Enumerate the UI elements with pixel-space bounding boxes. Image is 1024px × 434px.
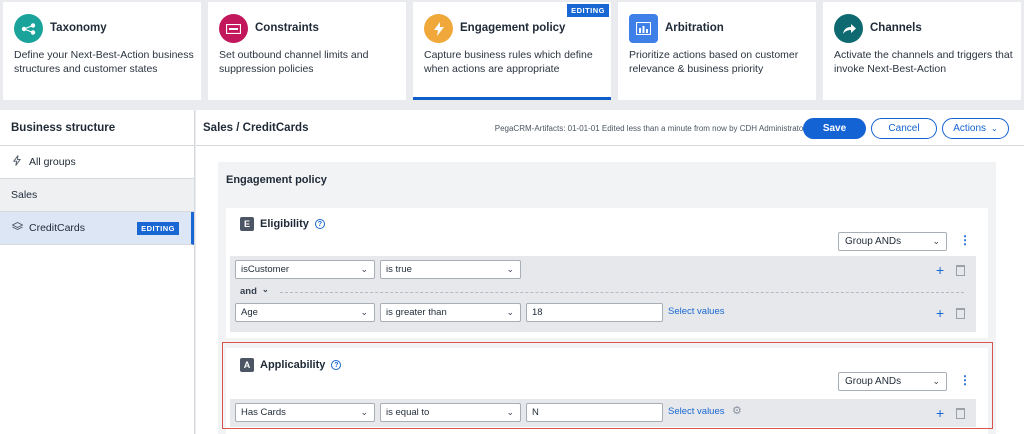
editing-tag: EDITING <box>567 4 609 17</box>
tree-item-creditcards[interactable]: CreditCards EDITING <box>0 212 194 245</box>
card-title: Constraints <box>255 22 319 34</box>
section-letter: E <box>240 217 254 231</box>
and-joiner[interactable]: and ⌄ <box>230 285 968 299</box>
share-arrow-icon <box>834 14 863 43</box>
add-condition-icon[interactable]: + <box>936 306 944 320</box>
card-description: Prioritize actions based on customer rel… <box>629 49 799 75</box>
card-arbitration[interactable]: Arbitration Prioritize actions based on … <box>618 2 816 100</box>
section-title: Eligibility <box>260 218 309 230</box>
layers-icon <box>10 221 24 234</box>
chevron-down-icon: ⌄ <box>991 124 998 133</box>
condition-operator-select[interactable]: is true ⌄ <box>380 260 521 279</box>
pane-title: Business structure <box>0 110 194 146</box>
divider <box>280 292 964 293</box>
eligibility-header: E Eligibility ? <box>240 217 325 231</box>
tree-item-label: CreditCards <box>29 222 86 234</box>
operator-value: is true <box>386 264 412 275</box>
joiner-label: and <box>240 286 257 297</box>
condition-operator-select[interactable]: is greater than ⌄ <box>380 303 521 322</box>
cancel-button[interactable]: Cancel <box>871 118 937 139</box>
actions-button[interactable]: Actions ⌄ <box>942 118 1009 139</box>
conditions-group: isCustomer ⌄ is true ⌄ + and ⌄ Age ⌄ is … <box>230 256 976 332</box>
taxonomy-icon <box>14 14 43 43</box>
select-values-link[interactable]: Select values <box>668 306 725 317</box>
card-constraints[interactable]: Constraints Set outbound channel limits … <box>208 2 406 100</box>
chevron-down-icon: ⌄ <box>262 285 269 294</box>
business-structure-pane: Business structure All groups Sales Cred… <box>0 110 195 434</box>
help-icon[interactable]: ? <box>314 219 325 229</box>
card-title: Arbitration <box>665 22 724 34</box>
card-title: Channels <box>870 22 922 34</box>
tree-item-all-groups[interactable]: All groups <box>0 146 194 179</box>
tree-item-label: Sales <box>11 189 38 201</box>
card-description: Capture business rules which define when… <box>424 49 593 75</box>
condition-field-select[interactable]: Age ⌄ <box>235 303 375 322</box>
delete-icon[interactable] <box>956 308 965 319</box>
tree-item-label: All groups <box>29 156 76 168</box>
chevron-down-icon: ⌄ <box>506 307 514 317</box>
breadcrumb: Sales / CreditCards <box>203 122 309 134</box>
policy-title: Engagement policy <box>226 174 327 186</box>
edit-metadata: PegaCRM-Artifacts: 01-01-01 Edited less … <box>494 124 806 133</box>
condition-value-input[interactable]: 18 <box>526 303 663 322</box>
arbitration-icon <box>629 14 658 43</box>
condition-field-select[interactable]: isCustomer ⌄ <box>235 260 375 279</box>
add-condition-icon[interactable]: + <box>936 263 944 277</box>
editing-badge: EDITING <box>137 221 179 235</box>
chevron-down-icon: ⌄ <box>360 264 368 274</box>
chevron-down-icon: ⌄ <box>360 307 368 317</box>
card-description: Activate the channels and triggers that … <box>834 49 1013 75</box>
save-button[interactable]: Save <box>803 118 866 139</box>
chevron-down-icon: ⌄ <box>506 264 514 274</box>
card-engagement-policy[interactable]: EDITING Engagement policy Capture busine… <box>413 2 611 100</box>
lightning-outline-icon <box>11 155 23 169</box>
group-logic-select[interactable]: Group ANDs ⌄ <box>838 232 947 251</box>
card-description: Define your Next-Best-Action business st… <box>14 49 194 75</box>
card-channels[interactable]: Channels Activate the channels and trigg… <box>823 2 1021 100</box>
group-logic-value: Group ANDs <box>845 236 902 247</box>
operator-value: is greater than <box>386 307 447 318</box>
tree-item-sales[interactable]: Sales <box>0 179 194 212</box>
value-text: 18 <box>532 307 543 318</box>
editor-header: Sales / CreditCards PegaCRM-Artifacts: 0… <box>196 110 1024 146</box>
eligibility-section: E Eligibility ? Group ANDs ⌄ ⋮ isCustome… <box>226 208 988 338</box>
chevron-down-icon: ⌄ <box>932 236 940 246</box>
card-description: Set outbound channel limits and suppress… <box>219 49 369 75</box>
highlight-box <box>222 342 993 429</box>
field-value: Age <box>241 307 258 318</box>
lightning-icon <box>424 14 453 43</box>
nba-stage-cards: Taxonomy Define your Next-Best-Action bu… <box>0 0 1024 102</box>
card-title: Engagement policy <box>460 22 566 34</box>
actions-label: Actions <box>953 123 987 134</box>
card-taxonomy[interactable]: Taxonomy Define your Next-Best-Action bu… <box>3 2 201 100</box>
card-title: Taxonomy <box>50 22 107 34</box>
constraints-icon <box>219 14 248 43</box>
field-value: isCustomer <box>241 264 290 275</box>
delete-icon[interactable] <box>956 265 965 276</box>
more-options-icon[interactable]: ⋮ <box>959 233 971 247</box>
